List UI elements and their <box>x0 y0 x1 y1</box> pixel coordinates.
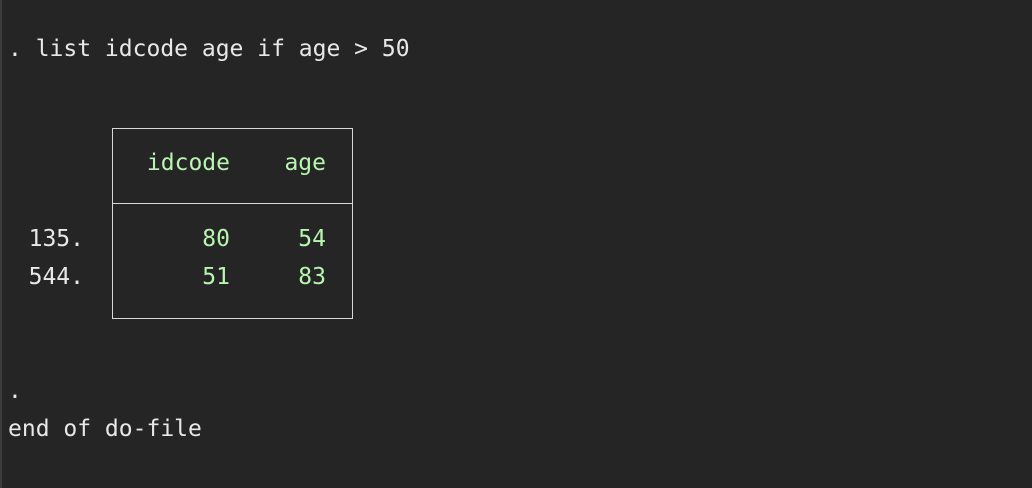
observation-number: 135. <box>28 226 84 252</box>
table-cell-age: 83 <box>298 264 326 290</box>
observation-number: 544. <box>28 264 84 290</box>
command-line: . list idcode age if age > 50 <box>8 36 410 62</box>
table-cell-age: 54 <box>298 226 326 252</box>
list-output-table: idcode age 80 54 51 83 <box>112 128 353 319</box>
command-prompt: . <box>8 378 22 404</box>
table-cell-idcode: 80 <box>202 226 230 252</box>
table-cell-idcode: 51 <box>202 264 230 290</box>
column-header-age: age <box>284 150 326 176</box>
column-header-idcode: idcode <box>146 150 230 176</box>
end-of-do-file-message: end of do-file <box>8 416 202 442</box>
results-window: . list idcode age if age > 50 135. 544. … <box>0 0 1032 488</box>
table-divider <box>113 203 352 204</box>
